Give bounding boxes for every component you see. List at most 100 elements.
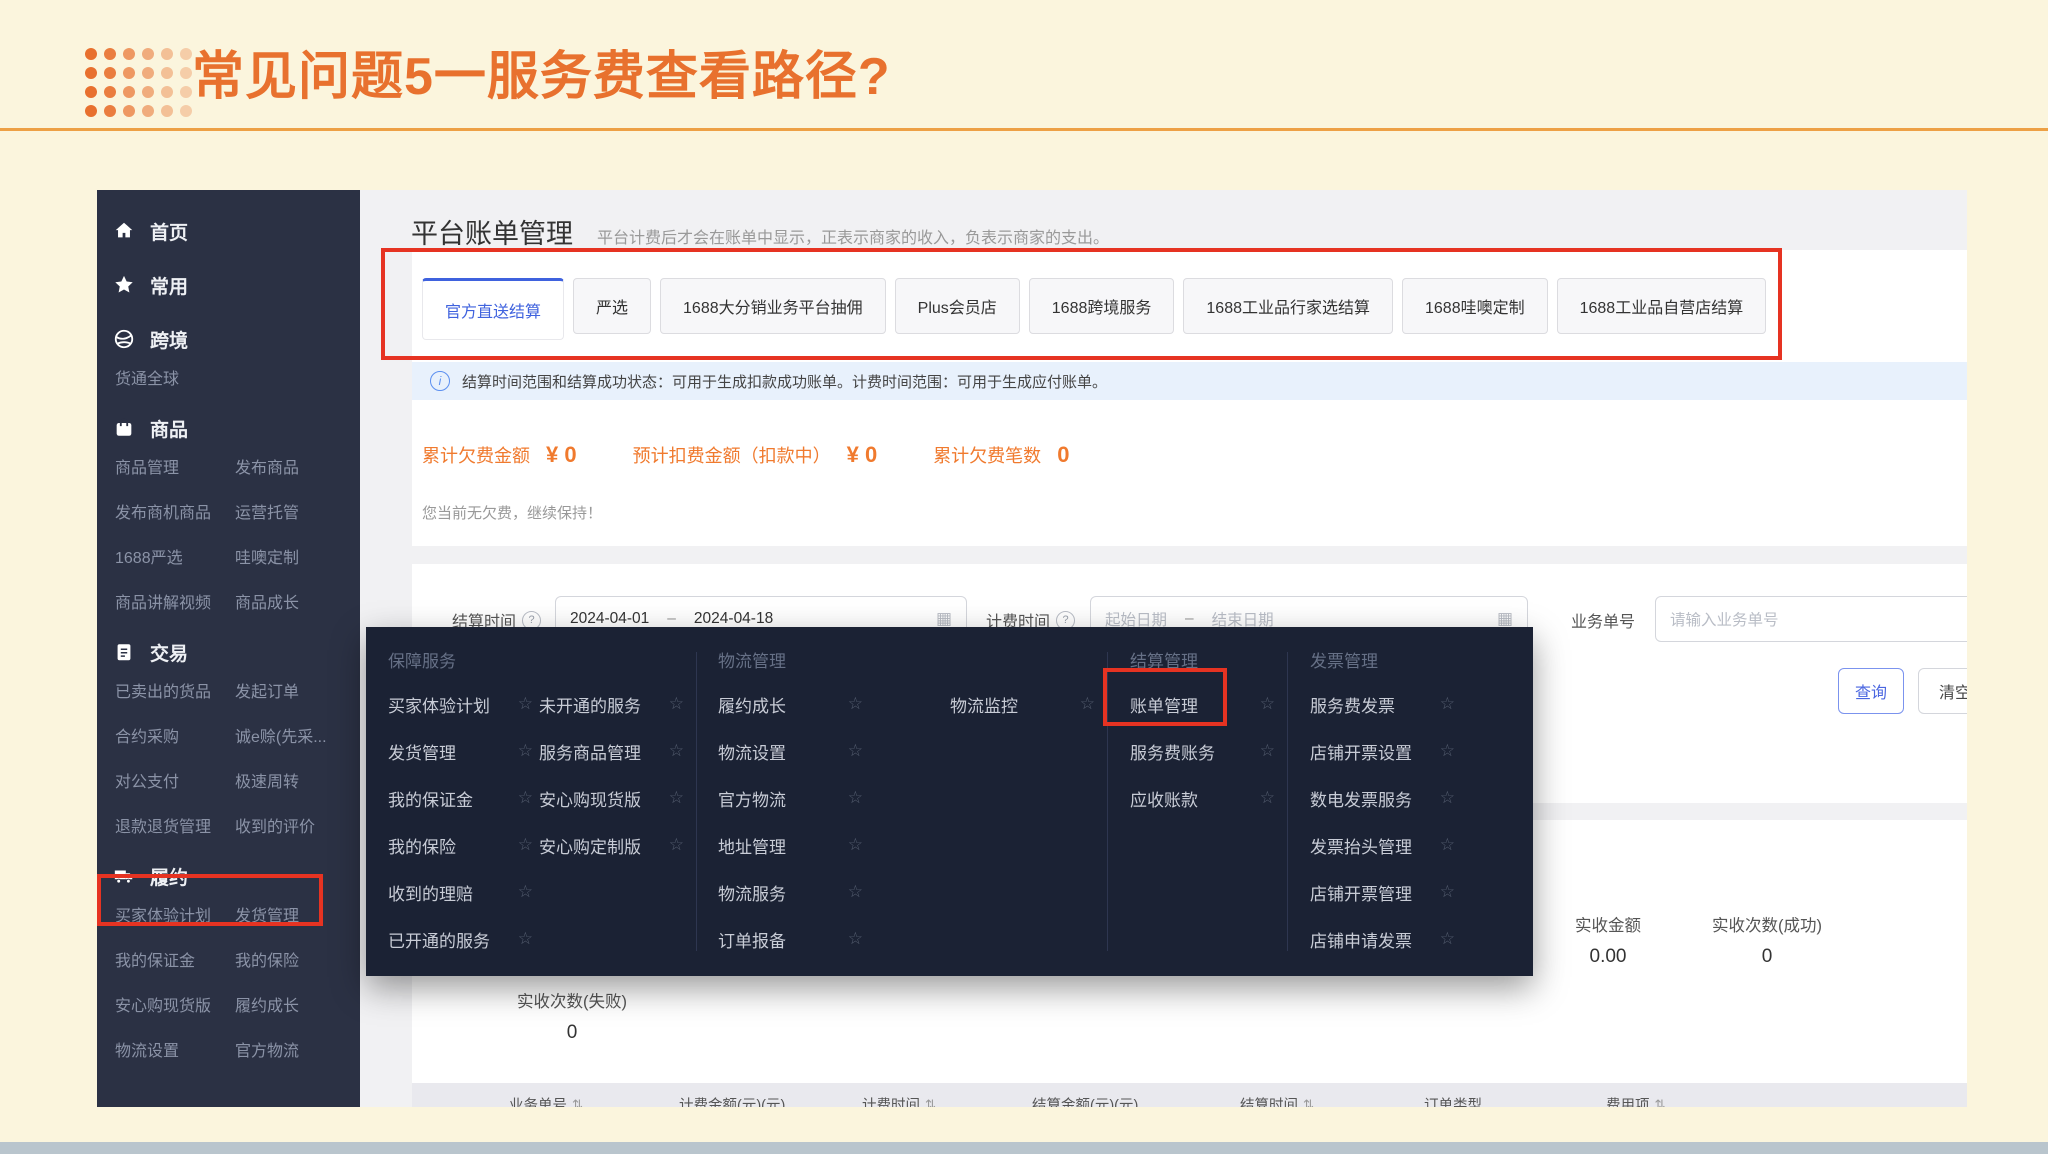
menu-item[interactable]: 未开通的服务☆ bbox=[539, 692, 684, 716]
received-stat-value: 0.00 bbox=[1533, 946, 1683, 968]
calendar-icon[interactable]: ▦ bbox=[1497, 609, 1513, 629]
received-stat-label: 实收金额 bbox=[1533, 912, 1683, 936]
star-icon[interactable]: ☆ bbox=[1260, 788, 1275, 808]
menu-item[interactable]: 发票抬头管理☆ bbox=[1310, 833, 1455, 857]
menu-item[interactable]: 安心购定制版☆ bbox=[539, 833, 684, 857]
table-header-6[interactable]: 订单类型 bbox=[1424, 1094, 1482, 1107]
sidebar-section-globe[interactable]: 跨境 bbox=[112, 324, 360, 354]
star-icon[interactable]: ☆ bbox=[848, 835, 863, 855]
star-icon[interactable]: ☆ bbox=[1440, 741, 1455, 761]
sidebar-item[interactable]: 发起订单 bbox=[235, 683, 360, 702]
menu-item[interactable]: 店铺申请发票☆ bbox=[1310, 927, 1455, 951]
sidebar-item[interactable]: 我的保险 bbox=[235, 952, 360, 971]
star-icon[interactable]: ☆ bbox=[848, 741, 863, 761]
table-header-4[interactable]: 结算金额(元)(元) bbox=[1032, 1094, 1138, 1107]
menu-item[interactable]: 应收账款☆ bbox=[1130, 786, 1275, 810]
sidebar-item[interactable]: 我的保证金 bbox=[115, 952, 235, 971]
menu-item[interactable]: 店铺开票管理☆ bbox=[1310, 880, 1455, 904]
sidebar-item[interactable]: 收到的评价 bbox=[235, 818, 360, 837]
menu-item[interactable]: 订单报备☆ bbox=[718, 927, 863, 951]
sidebar-item[interactable]: 货通全球 bbox=[115, 370, 235, 389]
sidebar-item[interactable]: 发布商机商品 bbox=[115, 504, 235, 523]
clear-button[interactable]: 清空 bbox=[1918, 668, 1967, 714]
star-icon[interactable]: ☆ bbox=[848, 694, 863, 714]
sidebar-item[interactable]: 商品讲解视频 bbox=[115, 594, 235, 613]
sidebar-item[interactable]: 履约成长 bbox=[235, 997, 360, 1016]
sidebar-section-clipboard[interactable]: 交易 bbox=[112, 637, 360, 667]
menu-item[interactable]: 店铺开票设置☆ bbox=[1310, 739, 1455, 763]
debt-stats-row: 累计欠费金额¥ 0预计扣费金额（扣款中）¥ 0累计欠费笔数0 bbox=[422, 442, 1125, 468]
star-icon[interactable]: ☆ bbox=[1260, 694, 1275, 714]
menu-item[interactable]: 已开通的服务☆ bbox=[388, 927, 533, 951]
menu-item[interactable]: 物流监控☆ bbox=[950, 692, 1095, 716]
star-icon bbox=[112, 273, 136, 297]
sidebar-item[interactable]: 发布商品 bbox=[235, 459, 360, 478]
star-icon[interactable]: ☆ bbox=[848, 788, 863, 808]
star-icon[interactable]: ☆ bbox=[518, 835, 533, 855]
sort-icon[interactable]: ⇅ bbox=[572, 1097, 583, 1108]
table-header-label: 结算时间 bbox=[1240, 1094, 1298, 1107]
sidebar-item[interactable]: 对公支付 bbox=[115, 773, 235, 792]
table-header-1[interactable]: 业务单号⇅ bbox=[509, 1094, 583, 1107]
menu-item[interactable]: 官方物流☆ bbox=[718, 786, 863, 810]
star-icon[interactable]: ☆ bbox=[1440, 835, 1455, 855]
star-icon[interactable]: ☆ bbox=[518, 741, 533, 761]
star-icon[interactable]: ☆ bbox=[1440, 929, 1455, 949]
star-icon[interactable]: ☆ bbox=[518, 694, 533, 714]
menu-item[interactable]: 服务费发票☆ bbox=[1310, 692, 1455, 716]
star-icon[interactable]: ☆ bbox=[518, 882, 533, 902]
menu-item[interactable]: 买家体验计划☆ bbox=[388, 692, 533, 716]
star-icon[interactable]: ☆ bbox=[669, 788, 684, 808]
sidebar-section-bag[interactable]: 商品 bbox=[112, 413, 360, 443]
query-button[interactable]: 查询 bbox=[1838, 668, 1904, 714]
sort-icon[interactable]: ⇅ bbox=[1303, 1097, 1314, 1108]
star-icon[interactable]: ☆ bbox=[1260, 741, 1275, 761]
sort-icon[interactable]: ⇅ bbox=[925, 1097, 936, 1108]
star-icon[interactable]: ☆ bbox=[848, 882, 863, 902]
order-no-input[interactable]: 请输入业务单号 bbox=[1655, 596, 1967, 642]
menu-item[interactable]: 收到的理赔☆ bbox=[388, 880, 533, 904]
table-header-3[interactable]: 计费时间⇅ bbox=[862, 1094, 936, 1107]
sidebar-section-home[interactable]: 首页 bbox=[112, 216, 360, 246]
calendar-icon[interactable]: ▦ bbox=[936, 609, 952, 629]
sidebar-item[interactable]: 已卖出的货品 bbox=[115, 683, 235, 702]
sidebar-item[interactable]: 官方物流 bbox=[235, 1042, 360, 1061]
table-header-7[interactable]: 费用项⇅ bbox=[1606, 1094, 1665, 1107]
sidebar-item[interactable]: 安心购现货版 bbox=[115, 997, 235, 1016]
sidebar-item[interactable]: 诚e赊(先采... bbox=[235, 728, 360, 747]
star-icon[interactable]: ☆ bbox=[1440, 694, 1455, 714]
sort-icon[interactable]: ⇅ bbox=[1655, 1097, 1666, 1108]
menu-item[interactable]: 我的保险☆ bbox=[388, 833, 533, 857]
menu-item[interactable]: 安心购现货版☆ bbox=[539, 786, 684, 810]
sidebar-section-star[interactable]: 常用 bbox=[112, 270, 360, 300]
menu-item[interactable]: 履约成长☆ bbox=[718, 692, 863, 716]
menu-item[interactable]: 物流服务☆ bbox=[718, 880, 863, 904]
star-icon[interactable]: ☆ bbox=[669, 835, 684, 855]
menu-item[interactable]: 我的保证金☆ bbox=[388, 786, 533, 810]
star-icon[interactable]: ☆ bbox=[669, 694, 684, 714]
sidebar-item[interactable]: 哇噢定制 bbox=[235, 549, 360, 568]
star-icon[interactable]: ☆ bbox=[518, 788, 533, 808]
sidebar-item[interactable]: 商品成长 bbox=[235, 594, 360, 613]
menu-item[interactable]: 发货管理☆ bbox=[388, 739, 533, 763]
menu-item[interactable]: 物流设置☆ bbox=[718, 739, 863, 763]
menu-item[interactable]: 数电发票服务☆ bbox=[1310, 786, 1455, 810]
sidebar-item[interactable]: 1688严选 bbox=[115, 549, 235, 568]
sidebar-item[interactable]: 物流设置 bbox=[115, 1042, 235, 1061]
sidebar-item[interactable]: 退款退货管理 bbox=[115, 818, 235, 837]
star-icon[interactable]: ☆ bbox=[1440, 788, 1455, 808]
table-header-2[interactable]: 计费金额(元)(元) bbox=[679, 1094, 785, 1107]
menu-item[interactable]: 地址管理☆ bbox=[718, 833, 863, 857]
star-icon[interactable]: ☆ bbox=[1440, 882, 1455, 902]
table-header-5[interactable]: 结算时间 ⇅ bbox=[1240, 1094, 1314, 1107]
sidebar-item[interactable]: 合约采购 bbox=[115, 728, 235, 747]
menu-item[interactable]: 服务费账务☆ bbox=[1130, 739, 1275, 763]
star-icon[interactable]: ☆ bbox=[518, 929, 533, 949]
menu-item[interactable]: 服务商品管理☆ bbox=[539, 739, 684, 763]
sidebar-item[interactable]: 极速周转 bbox=[235, 773, 360, 792]
sidebar-item[interactable]: 运营托管 bbox=[235, 504, 360, 523]
star-icon[interactable]: ☆ bbox=[848, 929, 863, 949]
star-icon[interactable]: ☆ bbox=[1080, 694, 1095, 714]
sidebar-item[interactable]: 商品管理 bbox=[115, 459, 235, 478]
star-icon[interactable]: ☆ bbox=[669, 741, 684, 761]
